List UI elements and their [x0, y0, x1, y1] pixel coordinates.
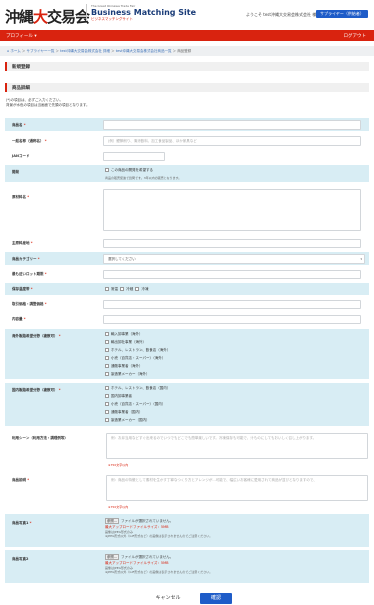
- scene-char-limit: ※750文字以内: [108, 463, 129, 467]
- row-image-1: 商品写真1 * 参照... ファイルが選択されていません。 最大アップロードファイ…: [5, 514, 369, 548]
- overseas-opt-2-checkbox[interactable]: [105, 340, 109, 344]
- logo-en-main: Business Matching Site: [91, 8, 197, 17]
- temp-ambient-radio[interactable]: [105, 287, 109, 291]
- best-before-label: 最も近いロット期限: [12, 272, 44, 276]
- row-raw-materials: 原材料名 *: [5, 185, 369, 235]
- product-name-label: 商品名: [12, 123, 23, 127]
- logo-text-suffix: 交易会: [47, 8, 90, 26]
- main-nav: プロフィール ▾ ログアウト: [0, 30, 374, 41]
- jan-label: JANコード: [12, 154, 30, 158]
- row-product-name: 商品名 *: [5, 118, 369, 132]
- confirm-button[interactable]: 確認: [200, 593, 232, 604]
- dev-note: 商品の販売促進で質問です。3年以内の販売となります。: [105, 176, 182, 180]
- overseas-opt-1-checkbox[interactable]: [105, 332, 109, 336]
- row-origin: 主原料産地 *: [5, 237, 369, 250]
- temp-chilled-radio[interactable]: [120, 287, 125, 291]
- img1-browse-button[interactable]: 参照...: [105, 518, 119, 524]
- home-icon[interactable]: ⌂: [7, 49, 9, 53]
- page-title: 新規登録: [5, 62, 369, 71]
- scene-textarea[interactable]: 例：お弁当用などすぐ出来るのでいつでもどこでも簡単楽しいです。冷凍保存も可能で、…: [106, 433, 368, 459]
- logo-text-prefix: 沖縄: [5, 8, 34, 26]
- row-temperature: 保存温度帯 * 常温 冷蔵 冷凍: [5, 283, 369, 296]
- temp-frozen-radio[interactable]: [135, 287, 140, 291]
- img2-hint-note: ※JPEG形式以外（GIF形式など）の画像は表示されませんのでご注意ください。: [105, 570, 213, 574]
- overseas-opt-5-checkbox[interactable]: [105, 364, 109, 368]
- capacity-label: 内容量: [12, 317, 23, 321]
- dev-check-label: この商品の開発を希望する: [111, 168, 153, 172]
- dev-label: 開発: [12, 170, 19, 174]
- row-development: 開発 この商品の開発を希望する 商品の販売促進で質問です。3年以内の販売となりま…: [5, 165, 369, 183]
- domestic-opt-1-checkbox[interactable]: [105, 386, 109, 390]
- row-description: 商品説明 * 例：商品の特徴として素材を生かす丁寧なつくり方とアレンジが...可…: [5, 472, 369, 512]
- supplier-role-button[interactable]: サプライヤー（供給者）: [316, 10, 368, 18]
- site-logo-english: The Great Okinawa Trade Fair Business Ma…: [86, 4, 196, 21]
- general-name-label: 一般名称（通称名）: [12, 139, 44, 143]
- row-overseas: 海外販路希望分野（複数可） * 輸入卸事業（海外） 輸出卸社事業（海外） ホテル…: [5, 329, 369, 380]
- img2-label: 商品写真2: [12, 557, 29, 561]
- overseas-opt-4-checkbox[interactable]: [105, 356, 109, 360]
- raw-label: 原材料名: [12, 195, 26, 199]
- breadcrumb-company-detail[interactable]: test沖縄大交易会株式会社 詳細: [60, 49, 110, 53]
- row-usage-scene: 利用シーン（利用方法・調理例等） 例：お弁当用などすぐ出来るのでいつでもどこでも…: [5, 430, 369, 470]
- row-domestic: 国内販路希望分野（複数可） * ホテル、レストラン、飲食店（国内） 国内卸事業者…: [5, 383, 369, 427]
- logo-text-red: 大: [33, 8, 48, 26]
- site-logo[interactable]: 沖縄大交易会: [5, 6, 90, 27]
- breadcrumb-supplier-list[interactable]: サプライヤー一覧: [27, 49, 55, 53]
- domestic-opt-2-checkbox[interactable]: [105, 394, 109, 398]
- temp-label: 保存温度帯: [12, 287, 30, 291]
- overseas-label: 海外販路希望分野（複数可）: [12, 334, 58, 338]
- origin-label: 主原料産地: [12, 241, 30, 245]
- img1-hint-note: ※JPEG形式以外（GIF形式など）の画像は表示されませんのでご注意ください。: [105, 534, 213, 538]
- domestic-opt-4-checkbox[interactable]: [105, 410, 109, 414]
- desc-label: 商品説明: [12, 478, 26, 482]
- breadcrumb-current: 商品登録: [177, 49, 192, 53]
- row-category: 商品カテゴリー * 選択してください ▾: [5, 252, 369, 266]
- row-jan: JANコード: [5, 150, 369, 163]
- domestic-label: 国内販路希望分野（複数可）: [12, 388, 58, 392]
- origin-input[interactable]: [103, 239, 361, 248]
- chevron-down-icon: ▾: [360, 257, 362, 261]
- product-name-input[interactable]: [103, 120, 361, 130]
- breadcrumb-home[interactable]: ホーム: [10, 49, 20, 53]
- row-general-name: 一般名称（通称名） * (例）鰹節削り、清涼飲料、加工食品製品、ほか家具など: [5, 134, 369, 148]
- logo-en-sub: ビジネスマッチングサイト: [91, 17, 133, 21]
- img2-browse-button[interactable]: 参照...: [105, 554, 119, 560]
- scene-label: 利用シーン（利用方法・調理例等）: [12, 436, 68, 440]
- category-label: 商品カテゴリー: [12, 257, 37, 261]
- category-value: 選択してください: [108, 257, 136, 261]
- jan-input[interactable]: [103, 152, 165, 161]
- form-notes: (*)の項目は、必ずご入力ください。 背景が水色の項目は当画面で先頭の項目となり…: [6, 98, 90, 108]
- site-header: 沖縄大交易会 The Great Okinawa Trade Fair Busi…: [0, 0, 374, 30]
- overseas-opt-3-checkbox[interactable]: [105, 348, 109, 352]
- price-input[interactable]: [103, 300, 361, 309]
- row-best-before: 最も近いロット期限 *: [5, 268, 369, 281]
- cancel-button[interactable]: キャンセル: [144, 593, 192, 604]
- raw-materials-textarea[interactable]: [103, 189, 361, 231]
- domestic-opt-3-checkbox[interactable]: [105, 402, 109, 406]
- img1-label: 商品写真1: [12, 521, 29, 525]
- row-capacity: 内容量 *: [5, 313, 369, 326]
- img2-file-status: ファイルが選択されていません。: [121, 555, 174, 559]
- row-price: 取引価格・調整価格 *: [5, 298, 369, 311]
- logout-link[interactable]: ログアウト: [344, 33, 367, 39]
- desc-char-limit: ※750文字以内: [108, 505, 129, 509]
- breadcrumb-product-list[interactable]: test沖縄大交易会株式会社商品一覧: [116, 49, 172, 53]
- welcome-text: ようこそ test沖縄大交易会株式会社 様: [246, 12, 317, 17]
- breadcrumb: ⌂ ホーム ＞ サプライヤー一覧 ＞ test沖縄大交易会株式会社 詳細 ＞ t…: [0, 46, 374, 56]
- capacity-input[interactable]: [103, 315, 361, 324]
- domestic-opt-5-checkbox[interactable]: [105, 418, 109, 422]
- price-label: 取引価格・調整価格: [12, 302, 44, 306]
- overseas-opt-6-checkbox[interactable]: [105, 372, 109, 376]
- general-name-input[interactable]: (例）鰹節削り、清涼飲料、加工食品製品、ほか家具など: [103, 136, 361, 146]
- profile-menu[interactable]: プロフィール ▾: [6, 33, 37, 39]
- category-select[interactable]: 選択してください ▾: [103, 254, 365, 264]
- row-image-2: 商品写真2 参照... ファイルが選択されていません。 最大アップロードファイルサ…: [5, 550, 369, 584]
- img1-file-status: ファイルが選択されていません。: [121, 519, 174, 523]
- note-background: 背景が水色の項目は当画面で先頭の項目となります。: [6, 103, 90, 107]
- best-before-input[interactable]: [103, 270, 361, 279]
- section-title: 商品詳細: [5, 83, 369, 92]
- dev-checkbox[interactable]: [105, 168, 109, 172]
- description-textarea[interactable]: 例：商品の特徴として素材を生かす丁寧なつくり方とアレンジが...可能で、幅広いお…: [106, 475, 368, 501]
